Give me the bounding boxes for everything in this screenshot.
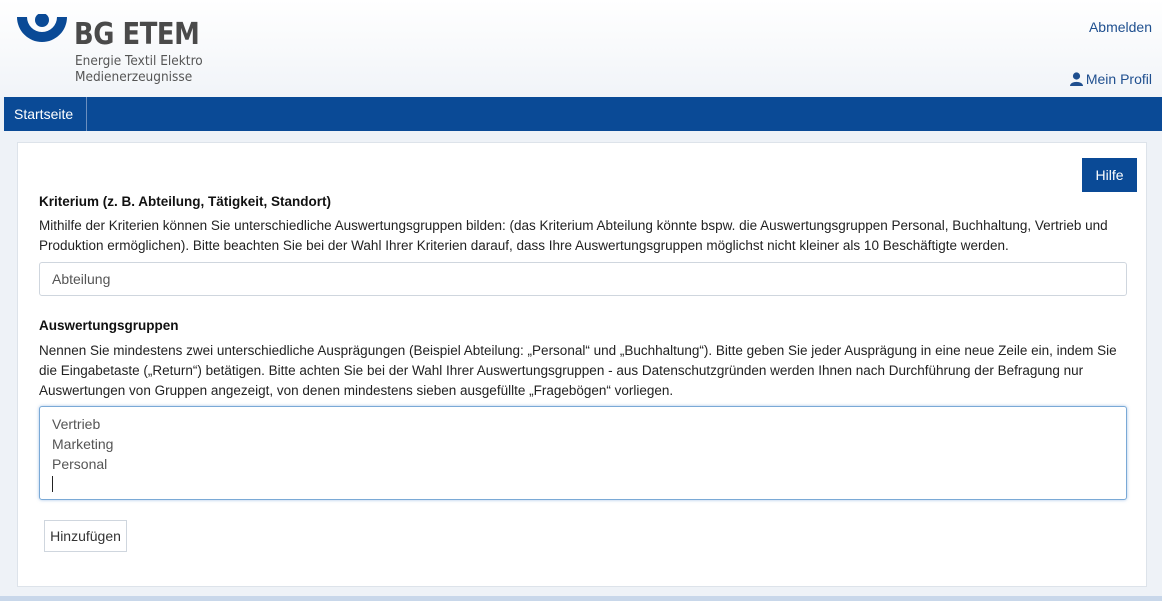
header: BG ETEM Energie Textil Elektro Medienerz… <box>0 0 1162 97</box>
main-navbar: Startseite <box>4 97 1162 131</box>
content-panel: Hilfe Kriterium (z. B. Abteilung, Tätigk… <box>17 142 1147 587</box>
logo-mark-icon <box>17 14 67 42</box>
criterion-description: Mithilfe der Kriterien können Sie unters… <box>39 218 1108 253</box>
logo-subtitle-line1: Energie Textil Elektro <box>75 53 203 69</box>
logo-subtitle-line2: Medienerzeugnisse <box>75 69 193 85</box>
bottom-strip <box>0 596 1162 601</box>
groups-label: Auswertungsgruppen <box>39 318 179 333</box>
group-line: Personal <box>52 456 108 472</box>
group-line: Marketing <box>52 436 114 452</box>
group-line: Vertrieb <box>52 416 101 432</box>
groups-description: Nennen Sie mindestens zwei unterschiedli… <box>39 343 1117 398</box>
profile-link[interactable]: Mein Profil <box>1069 71 1152 87</box>
help-button[interactable]: Hilfe <box>1082 158 1137 192</box>
criterion-input[interactable]: Abteilung <box>39 262 1127 296</box>
add-button[interactable]: Hinzufügen <box>44 520 127 552</box>
user-icon <box>1069 72 1083 86</box>
logout-link[interactable]: Abmelden <box>1089 19 1152 35</box>
nav-item-startseite[interactable]: Startseite <box>4 97 87 131</box>
criterion-label: Kriterium (z. B. Abteilung, Tätigkeit, S… <box>39 194 332 209</box>
text-caret <box>52 474 1114 494</box>
logo-name: BG ETEM <box>74 17 200 52</box>
profile-label: Mein Profil <box>1085 71 1152 87</box>
bg-etem-logo[interactable]: BG ETEM Energie Textil Elektro Medienerz… <box>16 12 226 90</box>
groups-textarea[interactable]: Vertrieb Marketing Personal <box>39 406 1127 500</box>
